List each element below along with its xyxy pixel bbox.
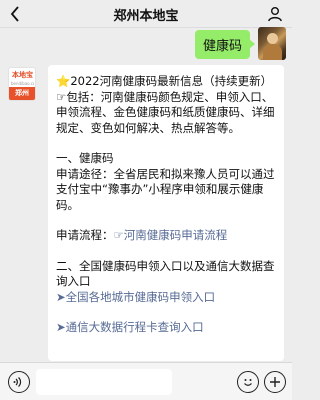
- pointing-hand-icon: ☞: [56, 89, 67, 104]
- outgoing-message-bubble[interactable]: 健康码: [195, 30, 255, 59]
- person-icon[interactable]: [266, 4, 284, 24]
- arrow-icon: ➤: [56, 320, 66, 334]
- arrow-icon: ➤: [56, 289, 66, 304]
- chat-header: 郑州本地宝: [0, 0, 292, 28]
- avatar-head-shape: [267, 33, 278, 44]
- incoming-message-bubble: ⭐2022河南健康码最新信息（持续更新） ☞包括：河南健康码颜色规定、申领入口、…: [48, 65, 284, 361]
- emoji-icon[interactable]: [237, 371, 259, 393]
- avatar-body-shape: [263, 44, 282, 60]
- bot-avatar[interactable]: 本地宝 bendibao.com 郑州: [8, 67, 36, 101]
- travel-card-link[interactable]: 通信大数据行程卡查询入口: [66, 320, 204, 334]
- message-intro-text: 包括：河南健康码颜色规定、申领入口、申领流程、金色健康码和纸质健康码、详细规定、…: [56, 89, 275, 135]
- flow-line: 申请流程：☞河南健康码申请流程: [56, 228, 276, 244]
- section1-title: 一、健康码: [56, 151, 114, 165]
- section1-body: 申请途径：全省居民和拟来豫人员可以通过支付宝中“豫事办”小程序申领和展示健康码。: [56, 166, 275, 212]
- outgoing-message-text: 健康码: [202, 39, 242, 54]
- flow-label: 申请流程：: [56, 228, 114, 242]
- bot-logo-city: 郑州: [9, 87, 35, 100]
- city-health-code-link[interactable]: 全国各地城市健康码申领入口: [66, 290, 216, 304]
- star-icon: ⭐: [56, 74, 71, 88]
- message-title-text: 2022河南健康码最新信息（持续更新）: [70, 74, 273, 88]
- user-avatar[interactable]: [258, 27, 286, 60]
- link1-line: ➤全国各地城市健康码申领入口: [56, 290, 276, 306]
- bot-logo-text: 本地宝: [12, 71, 33, 79]
- flow-link[interactable]: ☞河南健康码申请流程: [114, 228, 228, 242]
- message-input[interactable]: [36, 369, 172, 395]
- message-title: ⭐2022河南健康码最新信息（持续更新）: [56, 74, 276, 90]
- section2-title: 二、全国健康码申领入口以及通信大数据查询入口: [56, 258, 275, 289]
- voice-icon[interactable]: [8, 371, 30, 393]
- chat-title: 郑州本地宝: [113, 9, 179, 24]
- input-bar: [0, 362, 292, 400]
- message-intro: ☞包括：河南健康码颜色规定、申领入口、申领流程、金色健康码和纸质健康码、详细规定…: [56, 90, 276, 137]
- plus-icon[interactable]: [264, 371, 286, 393]
- bot-logo-domain: bendibao.com: [11, 81, 34, 86]
- link2-line: ➤通信大数据行程卡查询入口: [56, 320, 276, 336]
